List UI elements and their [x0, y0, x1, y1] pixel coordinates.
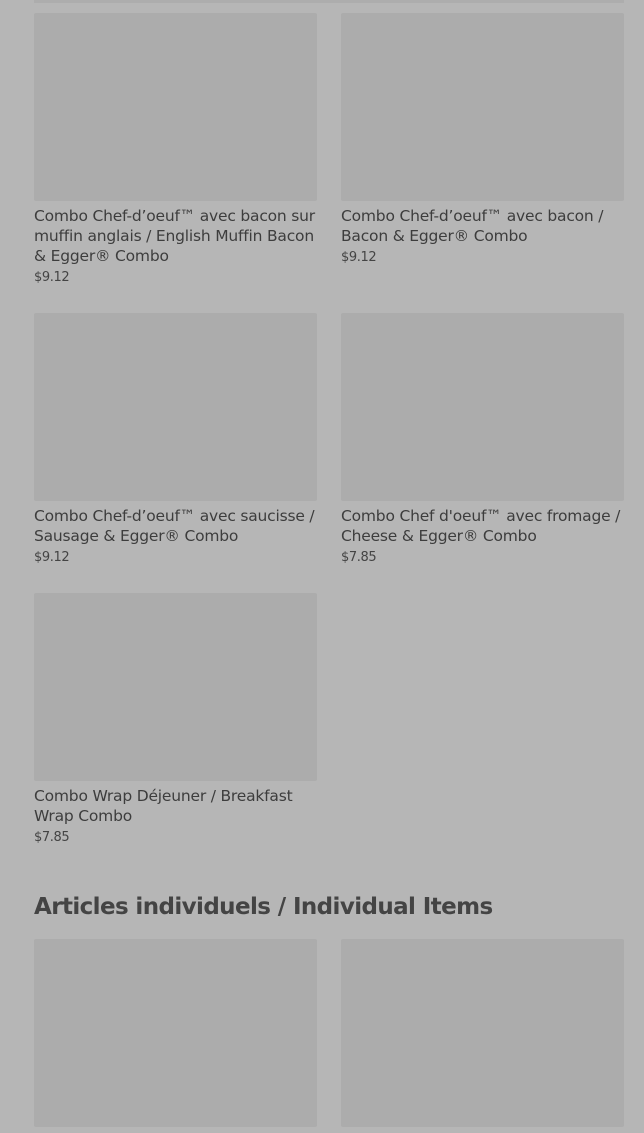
- product-image[interactable]: [341, 313, 624, 501]
- product-price: $9.12: [34, 270, 70, 285]
- product-title[interactable]: Combo Chef d'oeuf™ avec fromage / Cheese…: [341, 506, 624, 546]
- product-card[interactable]: [341, 939, 624, 1127]
- row-spacer: [34, 565, 317, 593]
- row-spacer: [341, 285, 624, 313]
- product-title[interactable]: Combo Chef-d’oeuf™ avec bacon / Bacon & …: [341, 206, 624, 246]
- section-title-individual-items: Articles individuels / Individual Items: [34, 894, 493, 920]
- product-price: $9.12: [341, 250, 377, 265]
- product-image[interactable]: [341, 939, 624, 1127]
- product-card-english-muffin-bacon-combo[interactable]: Combo Chef-d’oeuf™ avec bacon sur muffin…: [34, 13, 317, 285]
- product-price: $9.12: [34, 550, 70, 565]
- product-card[interactable]: [34, 939, 317, 1127]
- product-image[interactable]: [341, 13, 624, 201]
- combo-product-grid: Combo Chef-d’oeuf™ avec bacon sur muffin…: [34, 13, 624, 845]
- row-spacer: [34, 285, 317, 313]
- product-title[interactable]: Combo Wrap Déjeuner / Breakfast Wrap Com…: [34, 786, 317, 826]
- product-card-breakfast-wrap-combo[interactable]: Combo Wrap Déjeuner / Breakfast Wrap Com…: [34, 593, 317, 845]
- product-title[interactable]: Combo Chef-d’oeuf™ avec saucisse / Sausa…: [34, 506, 317, 546]
- individual-product-grid: [34, 939, 624, 1127]
- product-image[interactable]: [34, 313, 317, 501]
- product-title[interactable]: Combo Chef-d’oeuf™ avec bacon sur muffin…: [34, 206, 317, 266]
- product-image[interactable]: [34, 13, 317, 201]
- product-price: $7.85: [341, 550, 377, 565]
- product-image[interactable]: [34, 593, 317, 781]
- product-card-cheese-egger-combo[interactable]: Combo Chef d'oeuf™ avec fromage / Cheese…: [341, 313, 624, 565]
- product-price: $7.85: [34, 830, 70, 845]
- row-spacer: [341, 565, 624, 593]
- previous-section-edge: [34, 0, 624, 3]
- product-card-sausage-egger-combo[interactable]: Combo Chef-d’oeuf™ avec saucisse / Sausa…: [34, 313, 317, 565]
- product-card-bacon-egger-combo[interactable]: Combo Chef-d’oeuf™ avec bacon / Bacon & …: [341, 13, 624, 285]
- product-image[interactable]: [34, 939, 317, 1127]
